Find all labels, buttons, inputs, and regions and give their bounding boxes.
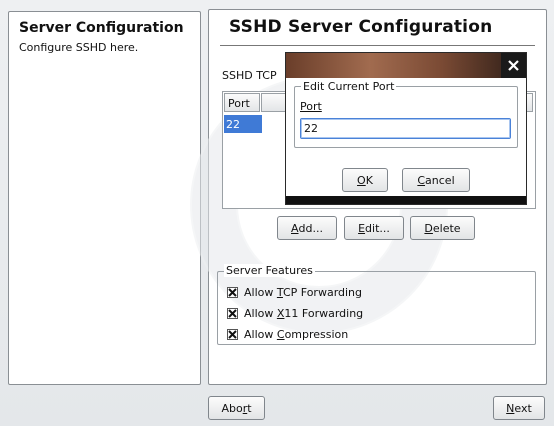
- compression-label-post: ompression: [284, 327, 349, 341]
- edit-current-port-group: Edit Current Port Port: [294, 80, 518, 148]
- port-column-header[interactable]: Port: [224, 93, 260, 112]
- server-features-legend: Server Features: [224, 264, 315, 277]
- add-label: dd...: [298, 221, 323, 235]
- port-input[interactable]: [300, 118, 511, 139]
- delete-button[interactable]: Delete: [410, 216, 475, 240]
- cancel-label: ancel: [425, 173, 455, 187]
- checkbox-checked-icon[interactable]: [227, 328, 238, 340]
- port-label-text: Port: [300, 100, 322, 113]
- compression-label-pre: Allow: [244, 327, 277, 341]
- next-label: ext: [514, 401, 532, 415]
- tcp-forwarding-label: Allow TCP Forwarding: [244, 286, 362, 299]
- dialog-titlebar[interactable]: [286, 53, 526, 78]
- next-button[interactable]: Next: [493, 396, 545, 420]
- edit-current-port-legend: Edit Current Port: [301, 80, 397, 93]
- ok-label: K: [365, 173, 373, 187]
- help-title: Server Configuration: [19, 20, 184, 36]
- edit-port-dialog: Edit Current Port Port OK Cancel: [285, 52, 527, 205]
- checkbox-checked-icon[interactable]: [227, 286, 238, 298]
- abort-button[interactable]: Abo r t: [208, 396, 265, 420]
- x11-forwarding-checkbox[interactable]: Allow X11 Forwarding: [227, 306, 363, 320]
- edit-label: dit...: [365, 221, 390, 235]
- tcp-forwarding-checkbox[interactable]: Allow TCP Forwarding: [227, 285, 362, 299]
- next-mnemonic: N: [506, 401, 515, 415]
- x11-label-pre: Allow: [244, 306, 277, 320]
- page-title: SSHD Server Configuration: [229, 17, 493, 37]
- add-mnemonic: A: [291, 221, 299, 235]
- help-panel: Server Configuration Configure SSHD here…: [8, 11, 201, 385]
- edit-mnemonic: E: [358, 221, 366, 235]
- add-button[interactable]: Add...: [277, 216, 337, 240]
- tcp-label-post: CP Forwarding: [282, 285, 363, 299]
- compression-checkbox[interactable]: Allow Compression: [227, 327, 348, 341]
- delete-mnemonic: D: [424, 221, 433, 235]
- abort-label-pre: Abo: [221, 401, 243, 415]
- cancel-mnemonic: C: [417, 173, 426, 187]
- close-icon[interactable]: [501, 53, 526, 78]
- edit-button[interactable]: Edit...: [344, 216, 404, 240]
- compression-mnemonic: C: [276, 327, 285, 341]
- port-label: Port: [300, 100, 322, 113]
- server-features-group: Server Features Allow TCP Forwarding All…: [217, 264, 536, 345]
- title-divider: [220, 45, 535, 46]
- table-row[interactable]: 22: [224, 115, 262, 133]
- tcp-label-pre: Allow: [244, 285, 277, 299]
- checkbox-checked-icon[interactable]: [227, 307, 238, 319]
- ports-label: SSHD TCP: [222, 69, 277, 82]
- dialog-bottom-bar: [286, 196, 526, 204]
- x11-forwarding-label: Allow X11 Forwarding: [244, 307, 363, 320]
- cancel-button[interactable]: Cancel: [402, 168, 470, 192]
- delete-label: elete: [432, 221, 461, 235]
- help-text: Configure SSHD here.: [19, 41, 139, 54]
- abort-label-post: t: [247, 401, 252, 415]
- compression-label: Allow Compression: [244, 328, 348, 341]
- ok-button[interactable]: OK: [342, 168, 388, 192]
- ok-mnemonic: O: [357, 173, 366, 187]
- x11-label-post: 11 Forwarding: [284, 306, 364, 320]
